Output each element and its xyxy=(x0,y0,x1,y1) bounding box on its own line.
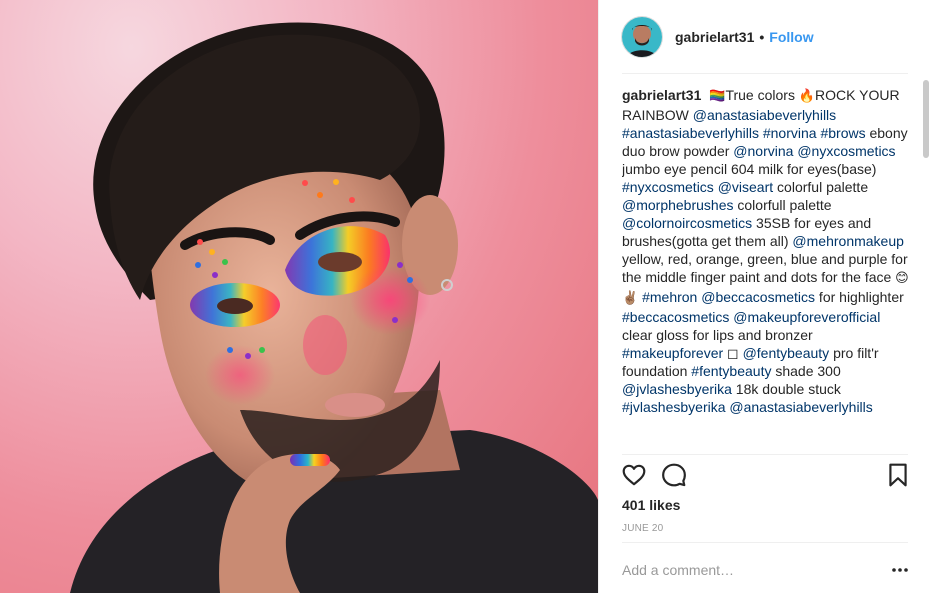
caption-text: True colors xyxy=(725,87,799,103)
caption-tag-link[interactable]: #mehron xyxy=(642,289,697,305)
post-details-panel: gabrielart31 • Follow gabrielart31 🏳️‍🌈T… xyxy=(598,0,930,593)
post-header: gabrielart31 • Follow xyxy=(599,0,930,73)
add-comment-input[interactable] xyxy=(622,556,872,584)
caption-tag-link[interactable]: @viseart xyxy=(718,179,773,195)
bookmark-icon[interactable] xyxy=(885,462,913,490)
instagram-post: gabrielart31 • Follow gabrielart31 🏳️‍🌈T… xyxy=(0,0,930,593)
heart-icon[interactable] xyxy=(621,462,649,490)
caption-tag-link[interactable]: #norvina xyxy=(763,125,817,141)
caption-text: jumbo eye pencil 604 milk for eyes(base) xyxy=(622,161,877,177)
actions-divider xyxy=(622,454,908,455)
action-bar xyxy=(621,462,911,492)
comment-divider xyxy=(622,542,908,543)
post-photo[interactable] xyxy=(0,0,598,593)
caption-tag-link[interactable]: @colornoircosmetics xyxy=(622,215,752,231)
separator-dot: • xyxy=(759,28,765,45)
caption-tag-link[interactable]: #brows xyxy=(820,125,865,141)
caption-text: for highlighter xyxy=(815,289,904,305)
caption-scroll-area[interactable]: gabrielart31 🏳️‍🌈True colors 🔥ROCK YOUR … xyxy=(622,86,914,453)
author-username[interactable]: gabrielart31 xyxy=(675,29,754,45)
caption-scrollbar[interactable] xyxy=(923,80,929,158)
caption-tag-link[interactable]: @nyxcosmetics xyxy=(797,143,895,159)
caption-tag-link[interactable]: @anastasiabeverlyhills xyxy=(693,107,836,123)
likes-count[interactable]: 401 likes xyxy=(622,497,680,513)
caption-tag-link[interactable]: #anastasiabeverlyhills xyxy=(622,125,759,141)
caption-tag-link[interactable]: @morphebrushes xyxy=(622,197,734,213)
header-divider xyxy=(622,73,908,74)
caption-text: 18k double stuck xyxy=(731,381,841,397)
caption-text: clear gloss for lips and bronzer xyxy=(622,327,813,343)
avatar-image xyxy=(622,16,662,57)
caption-tag-link[interactable]: @fentybeauty xyxy=(743,345,830,361)
comment-icon[interactable] xyxy=(661,462,689,490)
caption-tag-link[interactable]: #nyxcosmetics xyxy=(622,179,714,195)
caption-text: colorful palette xyxy=(773,179,869,195)
caption-tag-link[interactable]: @makeupforeverofficial xyxy=(733,309,880,325)
more-options-icon[interactable] xyxy=(891,562,909,578)
caption-emoji: 🏳️‍🌈 xyxy=(709,89,726,104)
caption-username[interactable]: gabrielart31 xyxy=(622,87,701,103)
caption-text: ◻ xyxy=(723,345,743,361)
portrait-illustration xyxy=(70,22,598,593)
caption-tag-link[interactable]: @norvina xyxy=(733,143,793,159)
caption-text: shade 300 xyxy=(771,363,841,379)
caption-tag-link[interactable]: #fentybeauty xyxy=(691,363,771,379)
caption-tag-link[interactable]: @mehronmakeup xyxy=(792,233,904,249)
caption-emoji: 🔥 xyxy=(798,89,816,104)
caption-tag-link[interactable]: #beccacosmetics xyxy=(622,309,729,325)
follow-button[interactable]: Follow xyxy=(769,29,813,45)
caption-tag-link[interactable]: @beccacosmetics xyxy=(701,289,815,305)
caption: gabrielart31 🏳️‍🌈True colors 🔥ROCK YOUR … xyxy=(622,86,914,416)
caption-tag-link[interactable]: #makeupforever xyxy=(622,345,723,361)
caption-tag-link[interactable]: @jvlashesbyerika xyxy=(622,381,732,397)
caption-tag-link[interactable]: #jvlashesbyerika xyxy=(622,399,726,415)
post-date[interactable]: JUNE 20 xyxy=(622,523,663,534)
caption-tag-link[interactable]: @anastasiabeverlyhills xyxy=(729,399,872,415)
avatar[interactable] xyxy=(622,16,662,57)
caption-text: yellow, red, orange, green, blue and pur… xyxy=(622,251,908,285)
caption-text: colorfull palette xyxy=(733,197,832,213)
